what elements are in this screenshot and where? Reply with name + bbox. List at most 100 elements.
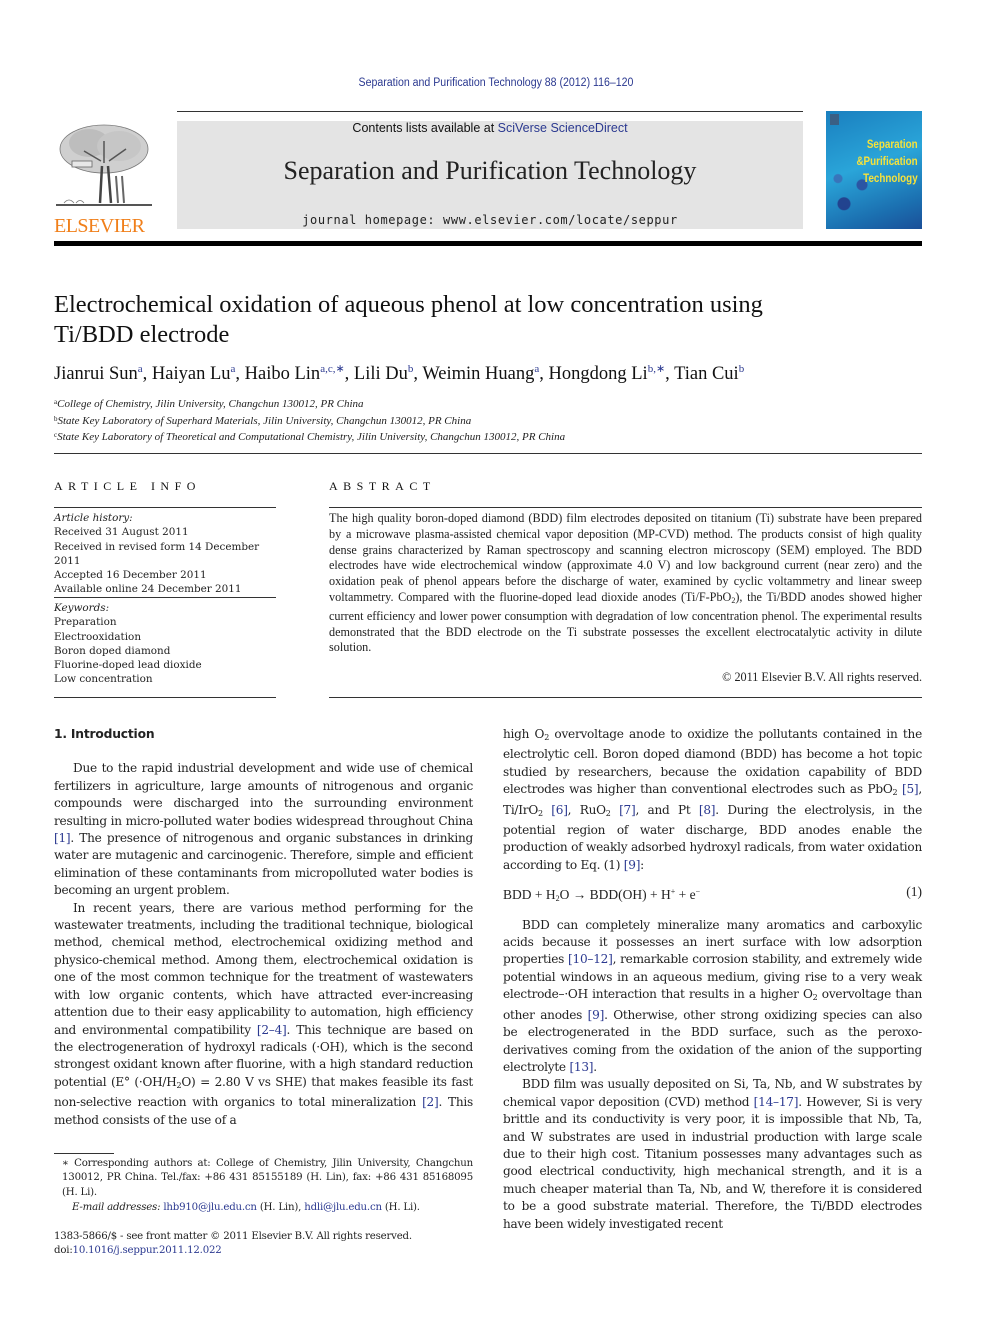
elsevier-logo[interactable]: ELSEVIER <box>54 121 156 237</box>
subscript: 2 <box>605 808 611 818</box>
text-run: Due to the rapid industrial development … <box>54 761 473 828</box>
history-item: Received 31 August 2011 <box>54 526 189 539</box>
history-item: Accepted 16 December 2011 <box>54 569 207 582</box>
journal-cover-image[interactable]: Separation &Purification Technology <box>826 111 922 229</box>
affiliation: aCollege of Chemistry, Jilin University,… <box>54 395 924 412</box>
equation-term: O → BDD(OH) + H <box>559 887 671 903</box>
citation-link[interactable]: [2] <box>422 1095 439 1109</box>
elsevier-tree-icon <box>54 121 154 211</box>
corresponding-note: ∗ Corresponding authors at: College of C… <box>62 1158 473 1198</box>
cover-title-line: &Purification <box>856 154 918 168</box>
doi-label: doi: <box>54 1245 73 1257</box>
affiliation: cState Key Laboratory of Theoretical and… <box>54 428 924 445</box>
journal-title: Separation and Purification Technology <box>283 156 697 185</box>
article-history-label: Article history: <box>54 512 133 524</box>
author-name[interactable]: Weimin Huang <box>422 364 534 384</box>
equation-1: BDD + H2O → BDD(OH) + H+ + e− (1) <box>503 883 922 907</box>
equation-term: + e <box>675 887 696 903</box>
paragraph: BDD can completely mineralize many aroma… <box>503 917 922 1077</box>
citation-link[interactable]: [9] <box>624 858 641 872</box>
keywords-label: Keywords: <box>54 602 110 614</box>
equation-term: BDD + H <box>503 887 556 903</box>
citation-link[interactable]: [6] <box>551 803 568 817</box>
elsevier-wordmark: ELSEVIER <box>54 215 145 237</box>
abstract-rule <box>329 507 922 508</box>
author-name[interactable]: Hongdong Li <box>549 364 648 384</box>
affiliations: aCollege of Chemistry, Jilin University,… <box>54 395 924 445</box>
journal-homepage[interactable]: journal homepage: www.elsevier.com/locat… <box>177 213 803 227</box>
article-info-rule <box>54 597 276 598</box>
author-affil-link[interactable]: a <box>138 363 143 375</box>
author-affil-link[interactable]: b <box>739 363 745 375</box>
text-run: . However, Si is very brittle and its co… <box>503 1094 922 1231</box>
cover-title-line: Separation <box>867 137 918 151</box>
body-column-right: high O 2 overvoltage anode to oxidize the… <box>503 726 922 1233</box>
keywords: Keywords: Preparation Electrooxidation B… <box>54 601 284 687</box>
author-affil-link[interactable]: a <box>231 363 236 375</box>
text-run: . The presence of nitrogenous and organi… <box>54 831 473 898</box>
section-heading: 1. Introduction <box>54 727 155 741</box>
text-run: , and Pt <box>635 802 699 817</box>
subscript: 2 <box>537 808 543 818</box>
masthead-thick-rule <box>54 241 922 246</box>
contents-line: Contents lists available at SciVerse Sci… <box>177 121 803 135</box>
corresponding-author-footnote: ∗ Corresponding authors at: College of C… <box>54 1157 473 1216</box>
front-matter: 1383-5866/$ - see front matter © 2011 El… <box>54 1230 473 1259</box>
issn-line: 1383-5866/$ - see front matter © 2011 El… <box>54 1231 412 1242</box>
author-name[interactable]: Haibo Lin <box>245 364 321 384</box>
citation-link[interactable]: [5] <box>902 782 919 796</box>
equation-number: (1) <box>906 884 922 900</box>
keyword: Fluorine-doped lead dioxide <box>54 659 202 672</box>
author-list: Jianrui Suna, Haiyan Lua, Haibo Lina,c,∗… <box>54 363 745 384</box>
affiliation-text: State Key Laboratory of Theoretical and … <box>57 431 566 443</box>
citation-link[interactable]: [9] <box>588 1008 605 1022</box>
text-run: high O <box>503 727 545 741</box>
text-run: In recent years, there are various metho… <box>54 900 473 1037</box>
cover-title-line: Technology <box>863 171 918 185</box>
author-name[interactable]: Lili Du <box>354 364 408 384</box>
citation-link[interactable]: [2–4] <box>257 1023 287 1037</box>
citation-link[interactable]: [8] <box>699 803 716 817</box>
author-name[interactable]: Jianrui Sun <box>54 364 138 384</box>
citation-link[interactable]: [10–12] <box>568 952 613 966</box>
citation-link[interactable]: [7] <box>619 803 636 817</box>
affiliation-text: State Key Laboratory of Superhard Materi… <box>57 414 472 427</box>
article-info-heading: ARTICLE INFO <box>54 479 201 493</box>
author-affil-link[interactable]: a,c,∗ <box>320 363 344 375</box>
sciencedirect-link[interactable]: SciVerse ScienceDirect <box>498 121 628 135</box>
email-link[interactable]: lhb910@jlu.edu.cn <box>163 1202 257 1213</box>
email-owner: (H. Lin), <box>256 1202 305 1214</box>
paragraph: high O 2 overvoltage anode to oxidize the… <box>503 726 922 874</box>
article-history: Article history: Received 31 August 2011… <box>54 511 284 597</box>
cover-elsevier-icon <box>830 114 839 125</box>
author-name[interactable]: Haiyan Lu <box>152 364 231 384</box>
author-affil-link[interactable]: a <box>534 363 539 375</box>
abstract-rule <box>329 697 922 698</box>
email-label: E-mail addresses: <box>72 1202 161 1214</box>
citation-link[interactable]: [1] <box>54 831 71 845</box>
abstract-heading: ABSTRACT <box>329 479 436 493</box>
subscript: 2 <box>892 788 898 798</box>
running-head[interactable]: Separation and Purification Technology 8… <box>40 77 953 89</box>
affiliation-text: College of Chemistry, Jilin University, … <box>57 398 364 410</box>
author-name[interactable]: Tian Cui <box>674 364 739 384</box>
title-line-1: Electrochemical oxidation of aqueous phe… <box>54 291 763 318</box>
abstract-copyright: © 2011 Elsevier B.V. All rights reserved… <box>722 670 922 684</box>
email-owner: (H. Li). <box>381 1202 420 1214</box>
citation-link[interactable]: [13] <box>569 1060 593 1074</box>
text-run: . <box>593 1059 597 1074</box>
top-rule <box>177 111 803 112</box>
article-title: Electrochemical oxidation of aqueous phe… <box>54 290 914 350</box>
author-affil-link[interactable]: b <box>408 363 414 375</box>
keyword: Preparation <box>54 616 117 629</box>
author-affil-link[interactable]: b,∗ <box>648 363 665 375</box>
equation-body: BDD + H2O → BDD(OH) + H+ + e− <box>503 883 700 907</box>
doi-line: doi:10.1016/j.seppur.2011.12.022 <box>54 1244 473 1258</box>
article-info-rule <box>54 507 276 508</box>
email-link[interactable]: hdli@jlu.edu.cn <box>304 1202 382 1213</box>
superscript: − <box>695 887 701 897</box>
text-run: , RuO <box>567 802 606 817</box>
keyword: Low concentration <box>54 673 153 686</box>
citation-link[interactable]: [14–17] <box>754 1095 799 1109</box>
doi-link[interactable]: 10.1016/j.seppur.2011.12.022 <box>73 1245 222 1256</box>
